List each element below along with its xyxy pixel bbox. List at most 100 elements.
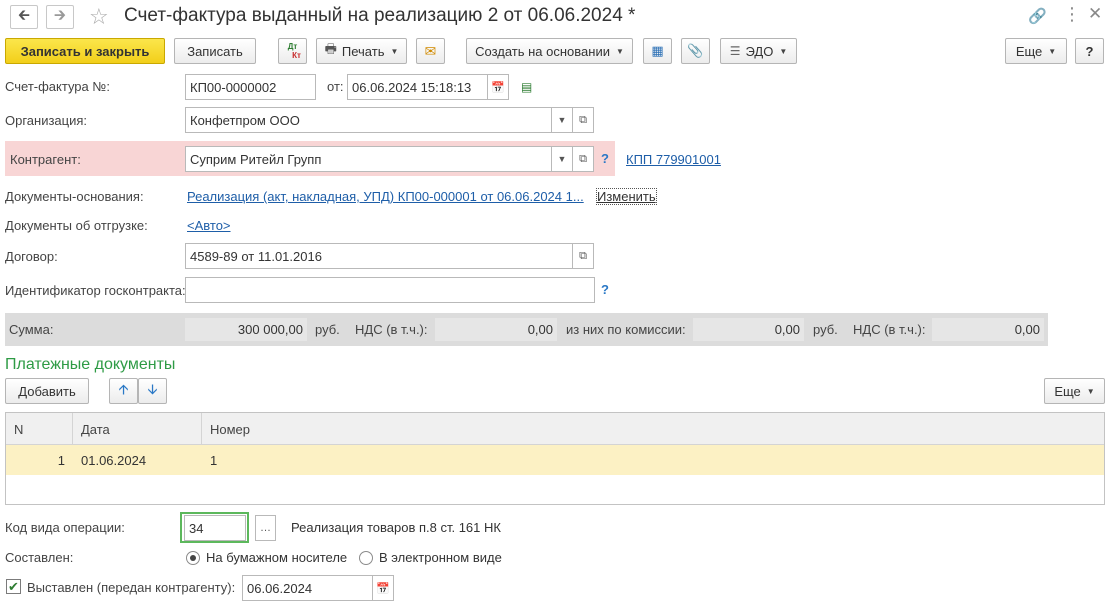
op-code-description: Реализация товаров п.8 ст. 161 НК xyxy=(291,520,501,535)
chevron-down-icon: ▼ xyxy=(1048,46,1057,56)
counterparty-field[interactable]: Суприм Ритейл Групп xyxy=(185,146,552,172)
organization-open-button[interactable]: ⧉ xyxy=(573,107,594,133)
gov-contract-help-icon[interactable]: ? xyxy=(601,282,609,297)
composed-label: Составлен: xyxy=(5,550,74,565)
invoice-number-field[interactable]: КП00-0000002 xyxy=(185,74,316,100)
link-icon[interactable]: 🔗 xyxy=(1028,7,1047,25)
back-button[interactable]: 🡰 xyxy=(10,5,38,29)
calendar-icon: 📅 xyxy=(491,81,505,94)
shipment-docs-label: Документы об отгрузке: xyxy=(5,218,148,233)
vat-value-1: 0,00 xyxy=(435,318,557,341)
structure-button[interactable]: ▦ xyxy=(643,38,672,64)
envelope-icon: ✉ xyxy=(424,42,437,59)
kpp-link[interactable]: КПП 779901001 xyxy=(626,152,721,167)
contract-label: Договор: xyxy=(5,249,58,264)
table-header: N Дата Номер xyxy=(6,413,1104,445)
email-button[interactable]: ✉ xyxy=(416,38,445,64)
commission-label: из них по комиссии: xyxy=(566,322,686,337)
counterparty-dropdown-button[interactable]: ▼ xyxy=(552,146,573,172)
op-code-select-button[interactable]: … xyxy=(255,515,276,541)
checkmark-icon: ✔ xyxy=(8,578,19,594)
printer-icon: 🖶 xyxy=(324,41,337,56)
attach-button[interactable]: 📎 xyxy=(681,38,710,64)
close-icon[interactable]: ✕ xyxy=(1088,4,1102,24)
electronic-option-label[interactable]: В электронном виде xyxy=(379,550,502,565)
edo-button[interactable]: ☰ ЭДО ▼ xyxy=(720,38,797,64)
cell-n: 1 xyxy=(57,452,65,468)
forward-button[interactable]: 🡲 xyxy=(46,5,74,29)
edo-icon: ☰ xyxy=(729,44,741,58)
issued-calendar-button[interactable]: 📅 xyxy=(373,575,394,601)
cell-date: 01.06.2024 xyxy=(81,452,147,468)
calendar-icon: 📅 xyxy=(376,582,390,595)
kt-label: Кт xyxy=(292,51,301,60)
basis-docs-label: Документы-основания: xyxy=(5,189,144,204)
help-button[interactable]: ? xyxy=(1075,38,1104,64)
paper-option-label[interactable]: На бумажном носителе xyxy=(206,550,347,565)
create-based-label: Создать на основании xyxy=(475,43,610,59)
more-button[interactable]: Еще ▼ xyxy=(1005,38,1067,64)
issued-checkbox[interactable]: ✔ xyxy=(6,579,21,594)
currency-label-1: руб. xyxy=(315,322,340,337)
numbering-settings-icon[interactable]: ▤ xyxy=(521,80,532,94)
document-structure-icon: ▦ xyxy=(651,43,664,58)
vat-label-2: НДС (в т.ч.): xyxy=(853,322,926,337)
save-and-close-button[interactable]: Записать и закрыть xyxy=(5,38,165,64)
column-header-date[interactable]: Дата xyxy=(73,413,202,445)
arrow-up-icon: 🡩 xyxy=(118,381,129,397)
arrow-right-icon: 🡲 xyxy=(53,6,67,24)
dt-label: Дт xyxy=(287,42,298,51)
column-header-number[interactable]: Номер xyxy=(202,413,1104,445)
payments-more-button[interactable]: Еще ▼ xyxy=(1044,378,1105,404)
more-vertical-icon[interactable]: ⋮ xyxy=(1063,4,1081,25)
open-icon: ⧉ xyxy=(579,152,587,165)
basis-docs-link[interactable]: Реализация (акт, накладная, УПД) КП00-00… xyxy=(187,189,584,204)
table-row[interactable]: 1 01.06.2024 1 xyxy=(6,445,1104,475)
issued-date-field[interactable]: 06.06.2024 xyxy=(242,575,373,601)
op-code-field[interactable]: 34 xyxy=(184,515,246,541)
contract-open-button[interactable]: ⧉ xyxy=(573,243,594,269)
counterparty-open-button[interactable]: ⧉ xyxy=(573,146,594,172)
more-label: Еще xyxy=(1015,43,1043,59)
add-payment-button[interactable]: Добавить xyxy=(5,378,89,404)
organization-dropdown-button[interactable]: ▼ xyxy=(552,107,573,133)
chevron-down-icon: ▼ xyxy=(390,46,399,56)
electronic-radio[interactable] xyxy=(359,551,373,565)
create-based-on-button[interactable]: Создать на основании ▼ xyxy=(466,38,633,64)
payments-more-label: Еще xyxy=(1054,383,1081,399)
move-down-button[interactable]: 🡫 xyxy=(138,378,167,404)
contract-field[interactable]: 4589-89 от 11.01.2016 xyxy=(185,243,573,269)
dt-kt-button[interactable]: Дт Кт xyxy=(278,38,307,64)
op-code-label: Код вида операции: xyxy=(5,520,125,535)
save-button[interactable]: Записать xyxy=(174,38,256,64)
shipment-docs-link[interactable]: <Авто> xyxy=(187,218,231,233)
paper-radio[interactable] xyxy=(186,551,200,565)
change-basis-link[interactable]: Изменить xyxy=(596,188,657,205)
edo-label: ЭДО xyxy=(745,43,774,59)
arrow-left-icon: 🡰 xyxy=(17,6,31,24)
move-up-button[interactable]: 🡩 xyxy=(109,378,138,404)
chevron-down-icon: ▼ xyxy=(557,154,567,164)
vat-label-1: НДС (в т.ч.): xyxy=(355,322,428,337)
calendar-button[interactable]: 📅 xyxy=(488,74,509,100)
cell-number: 1 xyxy=(210,452,218,468)
gov-contract-field[interactable] xyxy=(185,277,595,303)
counterparty-help-icon[interactable]: ? xyxy=(601,151,609,166)
date-field[interactable]: 06.06.2024 15:18:13 xyxy=(347,74,488,100)
commission-value: 0,00 xyxy=(693,318,804,341)
chevron-down-icon: ▼ xyxy=(615,46,624,56)
open-icon: ⧉ xyxy=(579,249,587,262)
organization-field[interactable]: Конфетпром ООО xyxy=(185,107,552,133)
payments-table[interactable]: N Дата Номер 1 01.06.2024 1 xyxy=(5,412,1105,505)
paperclip-icon: 📎 xyxy=(687,43,704,58)
chevron-down-icon: ▼ xyxy=(1086,386,1095,396)
invoice-number-label: Счет-фактура №: xyxy=(5,79,110,94)
window-title: Счет-фактура выданный на реализацию 2 от… xyxy=(124,5,636,26)
ellipsis-icon: … xyxy=(260,522,271,534)
favorite-star-icon[interactable]: ☆ xyxy=(89,4,109,30)
column-header-n[interactable]: N xyxy=(6,413,73,445)
title-bar: 🡰 🡲 ☆ Счет-фактура выданный на реализаци… xyxy=(0,0,1108,34)
chevron-down-icon: ▼ xyxy=(557,115,567,125)
arrow-down-icon: 🡫 xyxy=(147,381,158,397)
print-button[interactable]: 🖶 Печать ▼ xyxy=(316,38,407,64)
